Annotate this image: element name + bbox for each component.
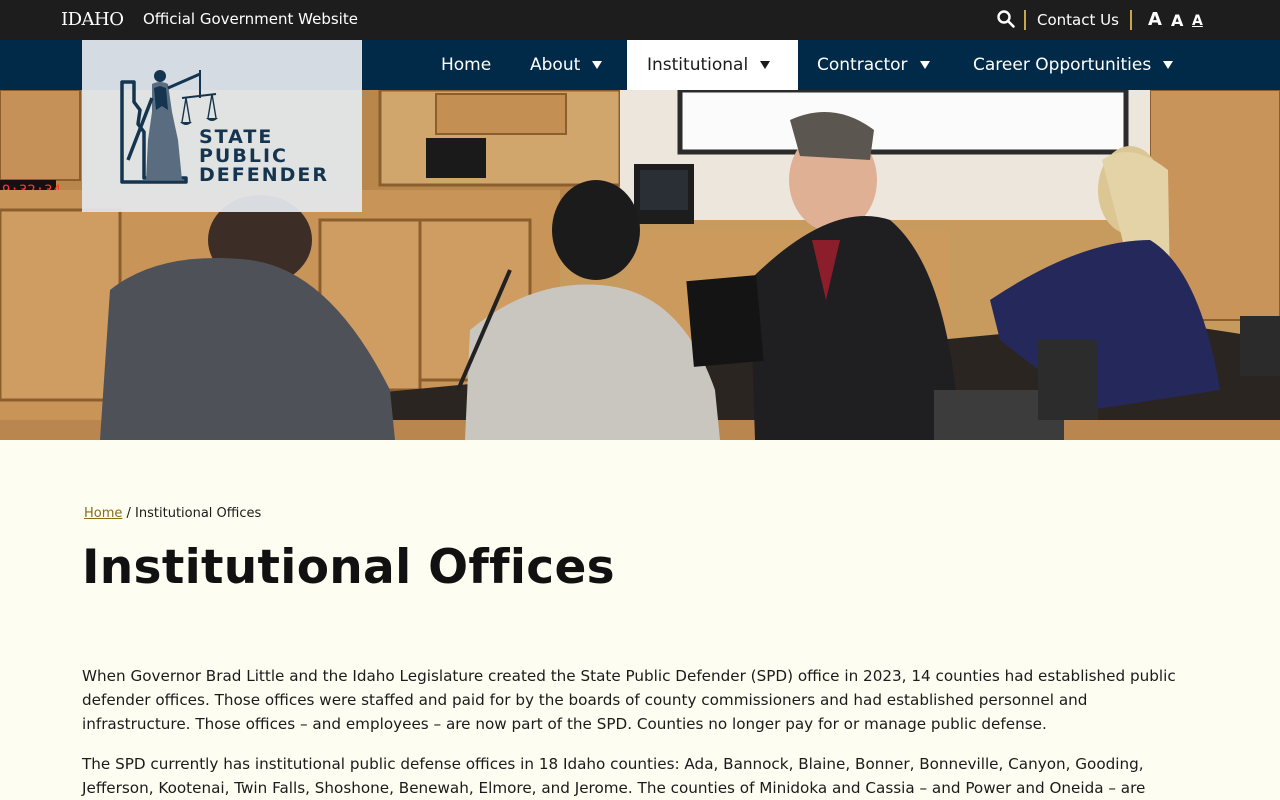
logo-line-defender: DEFENDER xyxy=(199,164,329,186)
divider xyxy=(1024,10,1026,30)
nav-contractor[interactable]: Contractor xyxy=(797,40,950,90)
site-logo[interactable]: STATE PUBLIC DEFENDER xyxy=(82,40,362,212)
intro-paragraph: When Governor Brad Little and the Idaho … xyxy=(82,667,1176,733)
official-website-label: Official Government Website xyxy=(143,10,358,28)
offices-paragraph: The SPD currently has institutional publ… xyxy=(82,755,1146,797)
logo-wordmark: STATE PUBLIC DEFENDER xyxy=(199,128,329,185)
nav-about[interactable]: About xyxy=(510,40,622,90)
font-size-medium-button[interactable]: A xyxy=(1171,11,1183,30)
font-size-large-button[interactable]: A xyxy=(1148,9,1162,30)
nav-home-label: Home xyxy=(441,55,492,75)
nav-about-label: About xyxy=(530,55,581,75)
idaho-logo[interactable]: IDAHO xyxy=(61,9,124,30)
page-title: Institutional Offices xyxy=(82,540,615,595)
nav-institutional-label: Institutional xyxy=(647,55,749,75)
nav-institutional[interactable]: Institutional xyxy=(627,40,798,90)
nav-home[interactable]: Home xyxy=(421,40,511,90)
caret-down-icon xyxy=(592,61,603,69)
search-icon[interactable] xyxy=(996,9,1016,29)
caret-down-icon xyxy=(1163,61,1174,69)
breadcrumb-separator: / xyxy=(126,506,136,521)
nav-career-opportunities[interactable]: Career Opportunities xyxy=(953,40,1193,90)
nav-contractor-label: Contractor xyxy=(817,55,908,75)
contact-us-link[interactable]: Contact Us xyxy=(1037,11,1119,29)
breadcrumb-home-link[interactable]: Home xyxy=(84,506,122,521)
caret-down-icon xyxy=(760,61,771,69)
utility-bar: IDAHO Official Government Website Contac… xyxy=(0,0,1280,40)
breadcrumb: Home / Institutional Offices xyxy=(84,506,261,521)
divider xyxy=(1130,10,1132,30)
caret-down-icon xyxy=(919,61,930,69)
breadcrumb-current: Institutional Offices xyxy=(135,506,262,521)
nav-career-label: Career Opportunities xyxy=(973,55,1152,75)
font-size-small-button[interactable]: A xyxy=(1192,13,1203,29)
